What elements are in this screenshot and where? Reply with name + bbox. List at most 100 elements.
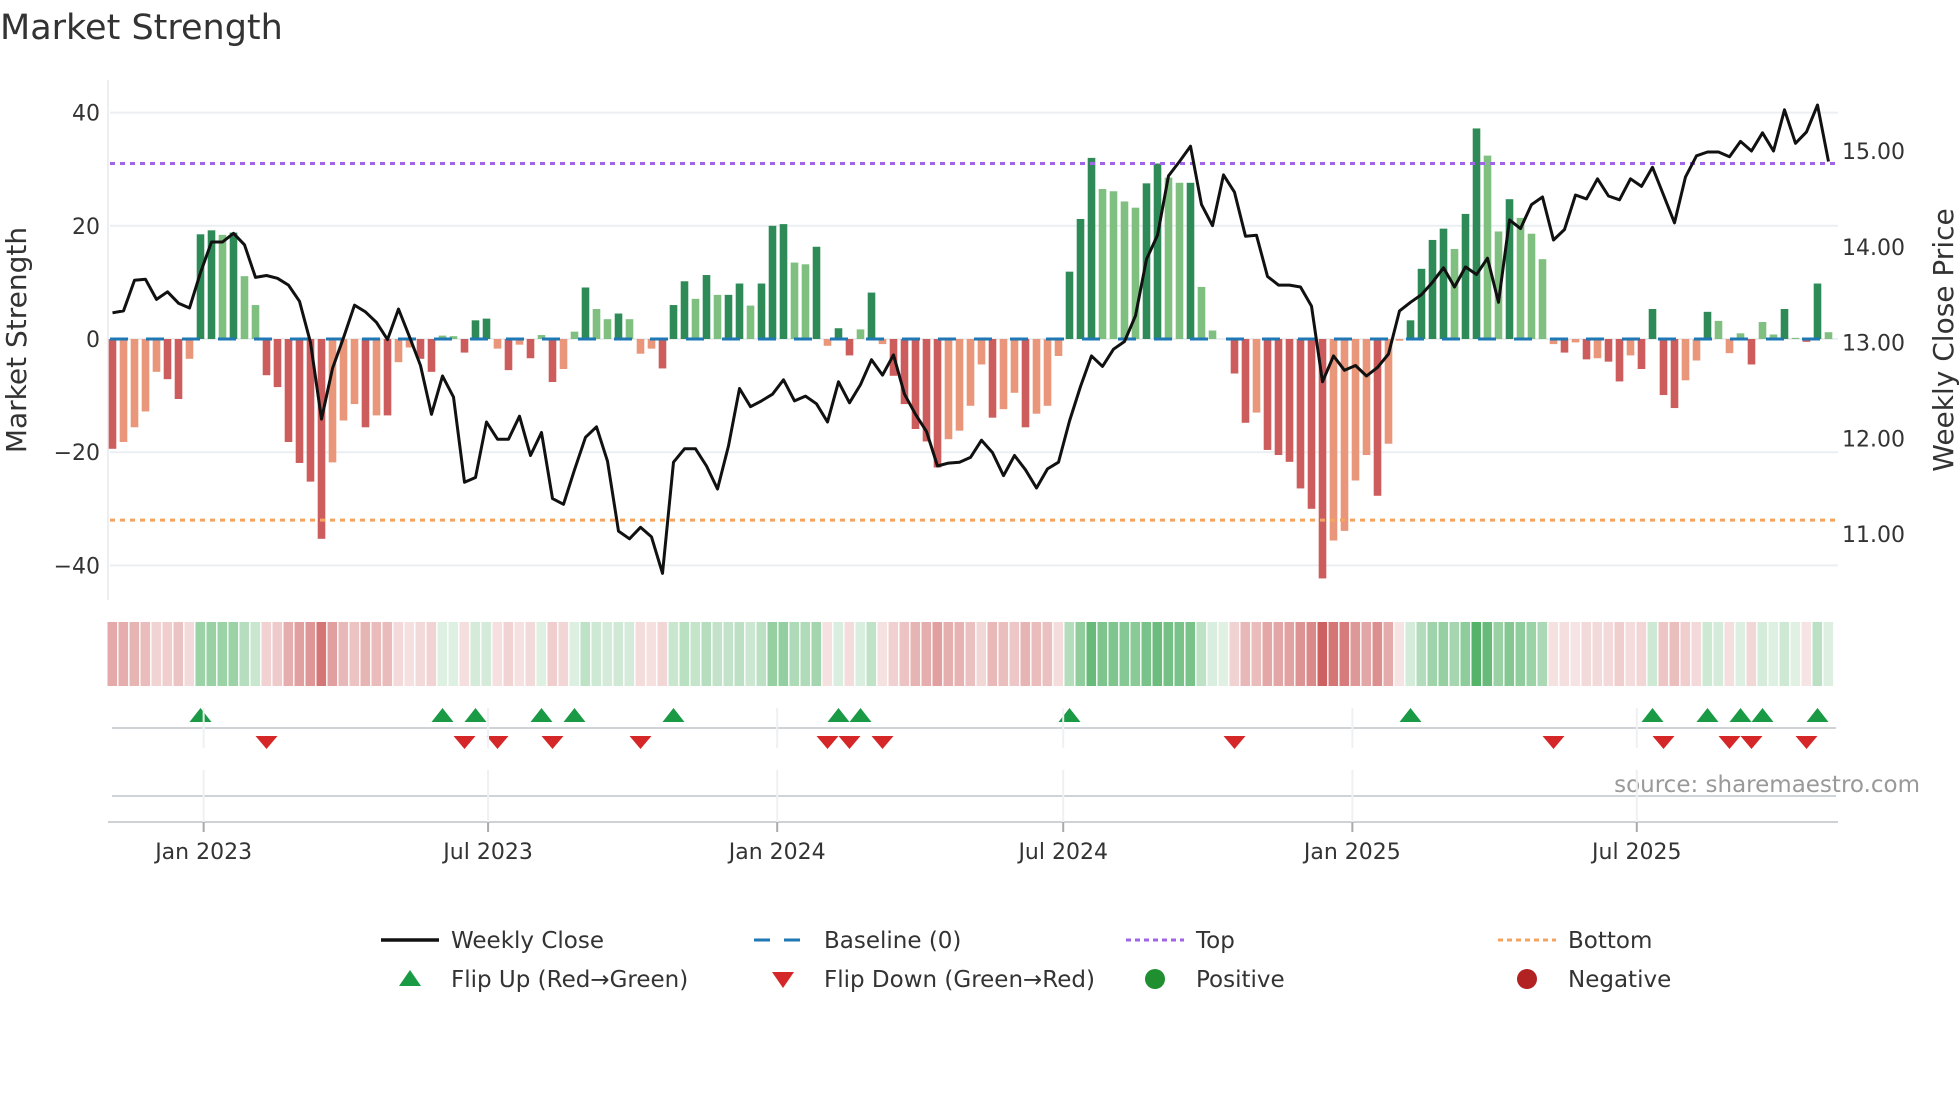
x-tick-label: Jan 2024 (727, 840, 826, 865)
strength-band-cell (1405, 622, 1416, 686)
strength-band-cell (1196, 622, 1207, 686)
strength-bar (1725, 339, 1734, 354)
flip-up-marker (1806, 708, 1829, 722)
strength-band-cell (547, 622, 558, 686)
strength-band-cell (921, 622, 932, 686)
strength-bar (702, 275, 711, 339)
strength-bar (834, 328, 843, 339)
strength-bar (1329, 339, 1338, 541)
y2-tick-label: 15.00 (1842, 140, 1905, 165)
triangle-down-icon (772, 972, 794, 988)
strength-band-cell (294, 622, 305, 686)
strength-bar (284, 339, 293, 443)
strength-bar (966, 339, 975, 406)
flip-down-marker (1652, 736, 1675, 749)
strength-band-cell (1207, 622, 1218, 686)
strength-bar (1065, 271, 1074, 339)
strength-bar (1109, 191, 1118, 339)
strength-bar (1538, 259, 1547, 339)
flip-down-marker (838, 736, 861, 749)
flip-down-marker (541, 736, 564, 749)
strength-bar (1120, 201, 1129, 339)
y-tick-label: 20 (72, 215, 100, 240)
strength-band-cell (1350, 622, 1361, 686)
strength-band-cell (822, 622, 833, 686)
y-tick-label: −20 (54, 441, 100, 466)
strength-band-cell (602, 622, 613, 686)
strength-bar (1406, 320, 1415, 339)
y2-tick-label: 11.00 (1842, 523, 1905, 548)
flip-up-marker (563, 708, 586, 722)
x-tick-label: Jul 2024 (1016, 840, 1108, 865)
strength-bar (735, 283, 744, 339)
strength-band-cell (844, 622, 855, 686)
strength-band-cell (712, 622, 723, 686)
strength-band-cell (1427, 622, 1438, 686)
strength-band-cell (415, 622, 426, 686)
strength-bar (944, 339, 953, 440)
strength-bar (680, 281, 689, 339)
strength-band-cell (162, 622, 173, 686)
strength-band-cell (470, 622, 481, 686)
strength-band-cell (1009, 622, 1020, 686)
strength-band-cell (778, 622, 789, 686)
strength-bar (1241, 339, 1250, 423)
strength-band-cell (404, 622, 415, 686)
strength-bar (1670, 339, 1679, 409)
strength-band-cell (107, 622, 118, 686)
strength-band-cell (943, 622, 954, 686)
strength-bar (1659, 339, 1668, 396)
strength-band-cell (998, 622, 1009, 686)
strength-bar (1186, 182, 1195, 339)
strength-bar (1307, 339, 1316, 509)
strength-bar (955, 339, 964, 431)
strength-bar (1230, 339, 1239, 374)
strength-bar (383, 339, 392, 416)
strength-bar (1395, 339, 1404, 341)
strength-bar (1560, 339, 1569, 353)
strength-band-cell (1471, 622, 1482, 686)
strength-bar (1296, 339, 1305, 489)
strength-bar (1043, 339, 1052, 406)
strength-bar (1461, 213, 1470, 339)
flip-up-marker (1751, 708, 1774, 722)
strength-band-cell (481, 622, 492, 686)
strength-band-cell (1636, 622, 1647, 686)
strength-bar (757, 283, 766, 339)
strength-band-cell (657, 622, 668, 686)
strength-band-cell (118, 622, 129, 686)
strength-band-cell (767, 622, 778, 686)
strength-bar (1010, 339, 1019, 393)
strength-band-cell (1284, 622, 1295, 686)
strength-bar (790, 262, 799, 339)
strength-band-cell (1625, 622, 1636, 686)
strength-bar (988, 339, 997, 418)
strength-bar (614, 313, 623, 339)
strength-band-cell (723, 622, 734, 686)
market-strength-chart: Market Strength Market Strength Weekly C… (0, 8, 1960, 993)
y-axis-label: Market Strength (0, 227, 33, 453)
strength-band-cell (690, 622, 701, 686)
strength-band-cell (646, 622, 657, 686)
strength-bar (1054, 339, 1063, 356)
strength-bar (691, 298, 700, 339)
y-tick-label: 0 (86, 328, 100, 353)
strength-band-cell (1449, 622, 1460, 686)
strength-band-cell (173, 622, 184, 686)
strength-band-cell (1812, 622, 1823, 686)
strength-bar (1780, 309, 1789, 339)
flip-down-marker (1740, 736, 1763, 749)
strength-band-cell (327, 622, 338, 686)
strength-band-cell (668, 622, 679, 686)
strength-bar (1362, 339, 1371, 456)
strength-band-cell (613, 622, 624, 686)
strength-band-cell (360, 622, 371, 686)
legend-label: Flip Down (Green→Red) (824, 967, 1095, 993)
legend: Weekly Close Baseline (0) Top Bottom Flip Up… (381, 928, 1671, 993)
strength-band-cell (1592, 622, 1603, 686)
strength-bar (1087, 157, 1096, 339)
strength-bar (493, 339, 502, 349)
strength-bar (240, 276, 249, 339)
strength-band-cell (888, 622, 899, 686)
strength-bar (1714, 320, 1723, 339)
